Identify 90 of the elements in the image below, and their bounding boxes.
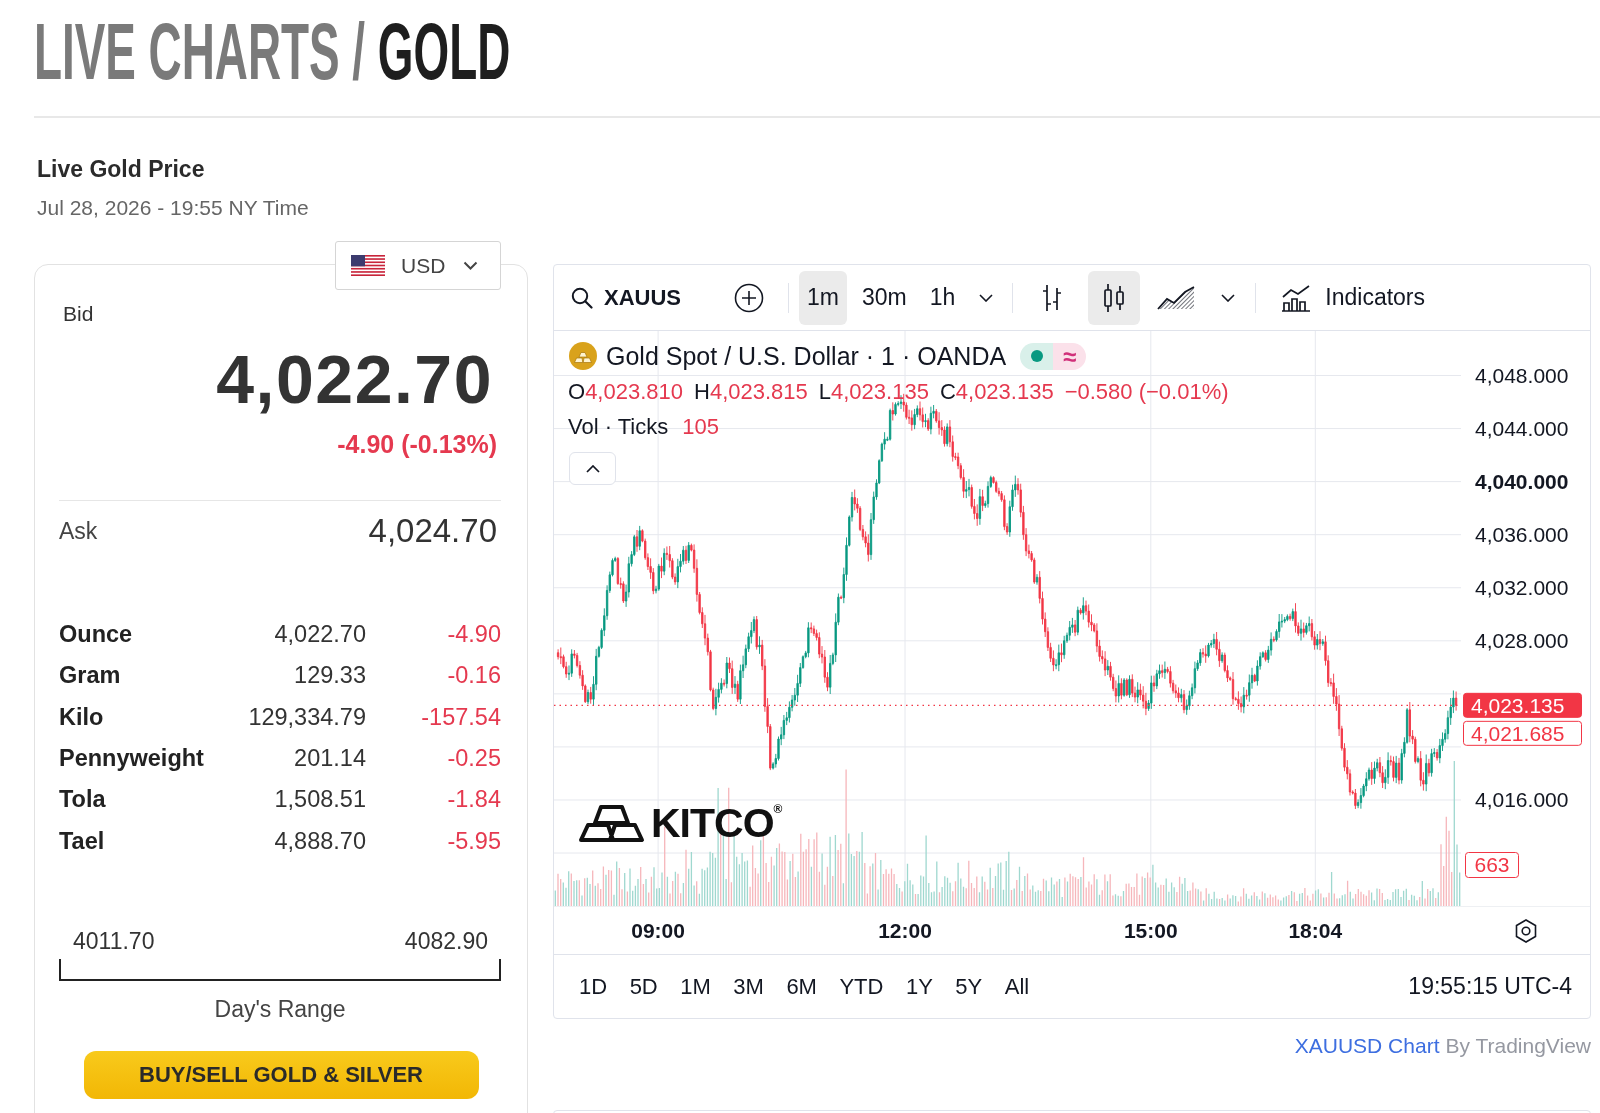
chart-clock: 19:55:15 UTC-4 xyxy=(1408,973,1572,1000)
range-button[interactable]: 1M xyxy=(674,969,717,1004)
unit-price: 129.33 xyxy=(294,662,366,690)
volume-value: 105 xyxy=(682,414,719,440)
us-flag-icon xyxy=(351,255,385,276)
timestamp: Jul 28, 2026 - 19:55 NY Time xyxy=(37,196,309,220)
search-icon xyxy=(571,286,593,309)
range-button[interactable]: All xyxy=(998,969,1036,1004)
unit-change: -0.16 xyxy=(447,662,501,690)
price-axis-label: 4,028.000 xyxy=(1475,629,1569,653)
ohlc-key: O xyxy=(568,379,586,404)
price-axis-label: 4,016.000 xyxy=(1475,788,1569,812)
range-button[interactable]: 5Y xyxy=(949,969,989,1004)
ohlc-change: −0.580 (−0.01%) xyxy=(1064,379,1229,405)
range-button[interactable]: 5D xyxy=(623,969,664,1004)
unit-change: -4.90 xyxy=(447,621,501,649)
chevron-down-icon xyxy=(979,293,994,302)
chart-link[interactable]: XAUUSD Chart xyxy=(1294,1034,1440,1057)
interval-tab[interactable]: 30m xyxy=(853,270,915,325)
chevron-down-icon xyxy=(1221,293,1236,302)
range-button[interactable]: 6M xyxy=(780,969,823,1004)
unit-change: -5.95 xyxy=(447,827,501,855)
ohlc-key: L xyxy=(818,379,831,404)
chevron-down-icon xyxy=(463,261,479,270)
symbol-search[interactable]: XAUUS xyxy=(564,270,704,325)
range-label: Day's Range xyxy=(214,995,346,1022)
settings-icon[interactable] xyxy=(1515,919,1537,943)
ohlc-bars-icon xyxy=(1041,282,1064,313)
price-axis-label: 4,048.000 xyxy=(1475,364,1569,387)
range-button[interactable]: 1Y xyxy=(899,969,939,1004)
ohlc-value: 4,023.135 xyxy=(831,379,929,404)
coin-icon xyxy=(569,342,597,370)
time-axis-label: 12:00 xyxy=(878,919,932,942)
unit-change: -0.25 xyxy=(447,745,501,773)
time-axis-label: 18:04 xyxy=(1288,919,1343,942)
ask-label: Ask xyxy=(59,517,98,545)
price-label: 4,021.685 xyxy=(1463,720,1582,746)
unit-price: 4,022.70 xyxy=(274,621,366,649)
currency-dropdown[interactable]: USD xyxy=(335,241,501,290)
bid-price: 4,022.70 xyxy=(216,344,493,414)
unit-price: 129,334.79 xyxy=(248,703,366,731)
section-heading: Live Gold Price xyxy=(37,155,205,183)
range-high: 4082.90 xyxy=(404,927,488,954)
candlestick-icon xyxy=(1103,282,1126,313)
range-button[interactable]: 3M xyxy=(727,969,770,1004)
unit-name: Kilo xyxy=(59,703,104,731)
ohlc-key: H xyxy=(694,379,710,404)
data-flag: ≈ xyxy=(1053,342,1087,370)
time-axis-label: 09:00 xyxy=(631,919,685,942)
indicators-icon xyxy=(1281,283,1312,312)
ohlc-value: 4,023.815 xyxy=(709,379,808,404)
interval-tab[interactable]: 1m xyxy=(799,270,847,325)
area-chart-icon xyxy=(1157,285,1196,310)
collapse-legend-button[interactable] xyxy=(569,452,616,485)
unit-name: Tael xyxy=(59,827,105,855)
unit-change: -157.54 xyxy=(421,703,501,731)
unit-name: Pennyweight xyxy=(59,745,204,773)
volume-label: Vol · Ticks xyxy=(568,414,669,440)
price-change: -4.90 (-0.13%) xyxy=(337,430,497,458)
range-button[interactable]: YTD xyxy=(833,969,890,1004)
attribution-text: By TradingView xyxy=(1445,1034,1591,1057)
plus-circle-icon xyxy=(734,282,764,313)
symbol-title: Gold Spot / U.S. Dollar · 1 · OANDA xyxy=(606,341,1007,371)
unit-price: 4,888.70 xyxy=(274,827,366,855)
ohlc-value: 4,023.810 xyxy=(585,379,683,404)
range-button[interactable]: 1D xyxy=(573,969,614,1004)
page-title: LIVE CHARTS /GOLD xyxy=(34,12,511,92)
ohlc-value: 4,023.135 xyxy=(955,379,1054,404)
time-axis-label: 15:00 xyxy=(1123,919,1178,942)
price-axis-label: 4,032.000 xyxy=(1475,576,1569,600)
ohlc-key: C xyxy=(939,379,956,404)
bid-label: Bid xyxy=(63,302,94,325)
range-low: 4011.70 xyxy=(73,927,155,954)
price-axis-label: 4,036.000 xyxy=(1475,523,1569,547)
unit-change: -1.84 xyxy=(447,786,501,814)
chart-style-button[interactable] xyxy=(1088,270,1141,325)
unit-price: 201.14 xyxy=(294,745,366,773)
price-axis-label: 4,044.000 xyxy=(1475,417,1569,441)
volume-value-label: 663 xyxy=(1465,852,1519,878)
unit-name: Tola xyxy=(59,786,106,814)
unit-name: Gram xyxy=(59,662,121,690)
buy-sell-button[interactable]: BUY/SELL GOLD & SILVER xyxy=(83,1050,479,1099)
chevron-up-icon xyxy=(585,464,600,473)
last-price-label: 4,023.135 xyxy=(1463,692,1582,718)
ask-price: 4,024.70 xyxy=(368,512,497,550)
unit-name: Ounce xyxy=(59,621,133,649)
indicators-button[interactable]: Indicators xyxy=(1271,270,1435,325)
unit-price: 1,508.51 xyxy=(274,786,366,814)
price-axis-label: 4,040.000 xyxy=(1475,470,1569,494)
interval-tab[interactable]: 1h xyxy=(921,270,964,325)
